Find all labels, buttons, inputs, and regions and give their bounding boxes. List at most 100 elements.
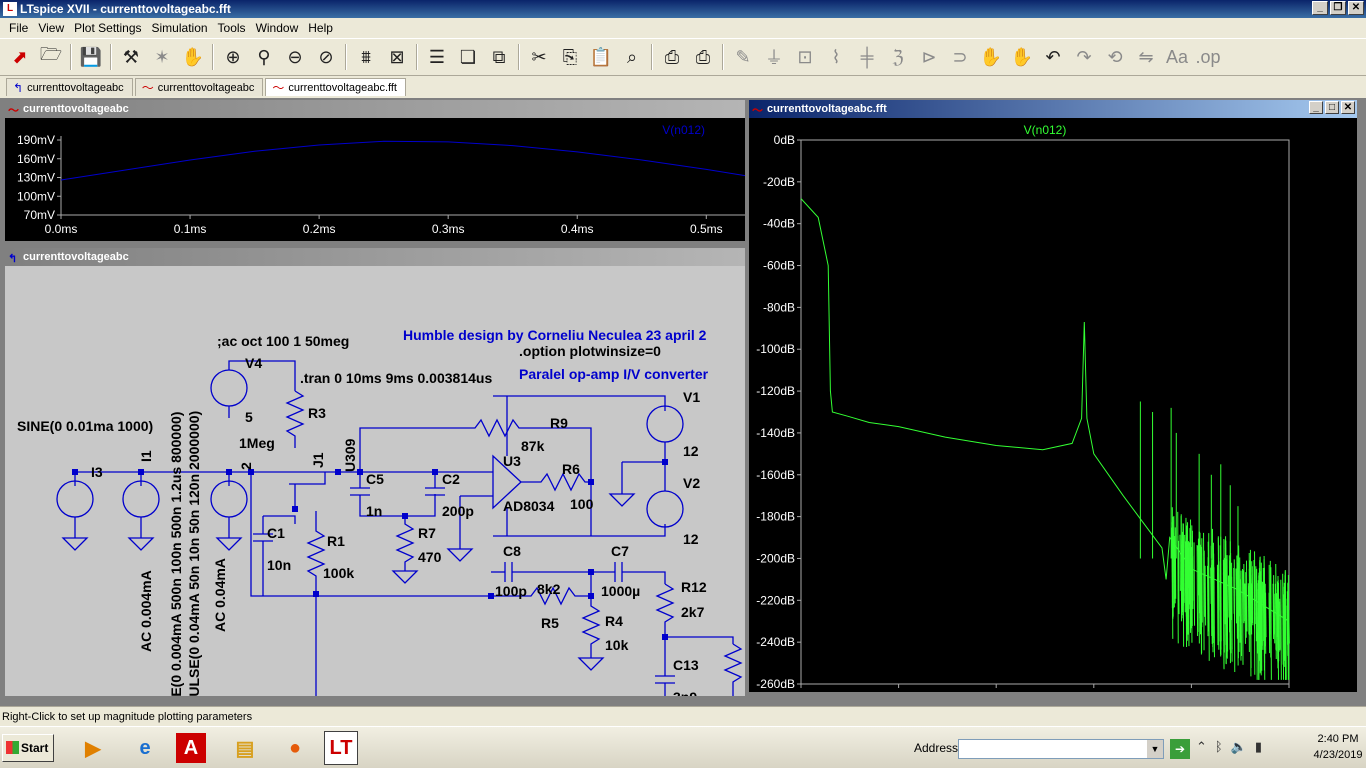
directive-tran[interactable]: .tran 0 10ms 9ms 0.003814us xyxy=(300,370,492,386)
label-C7-value[interactable]: 1000µ xyxy=(601,583,640,599)
ltspice-taskbar-icon[interactable]: LT xyxy=(324,731,358,765)
label-R5-value[interactable]: 8k2 xyxy=(537,581,561,597)
cut-icon[interactable]: ✂ xyxy=(525,43,553,71)
address-input[interactable]: ▼ xyxy=(958,739,1164,759)
tab-fft[interactable]: 〜 currenttovoltageabc.fft xyxy=(265,78,406,96)
menu-simulation[interactable]: Simulation xyxy=(147,21,213,35)
undo-icon[interactable]: ↶ xyxy=(1039,43,1067,71)
menu-help[interactable]: Help xyxy=(303,21,338,35)
time-plot-canvas[interactable]: V(n012) 190mV 160mV 130mV 100mV 70mV 0.0ms 0.… xyxy=(5,118,745,241)
time-plot-titlebar[interactable]: 〜 currenttovoltageabc xyxy=(5,100,745,118)
directive-ac[interactable]: ;ac oct 100 1 50meg xyxy=(217,333,349,349)
volume-icon[interactable]: 🔈 xyxy=(1231,739,1247,755)
chevron-down-icon[interactable]: ▼ xyxy=(1147,740,1163,758)
label-C2-value[interactable]: 200p xyxy=(442,503,474,519)
label-V4[interactable]: V4 xyxy=(245,355,262,371)
tile-vertical-icon[interactable]: ⧉ xyxy=(485,43,513,71)
menu-tools[interactable]: Tools xyxy=(213,21,251,35)
start-button[interactable]: Start xyxy=(2,734,54,762)
network-icon[interactable]: ▮ xyxy=(1255,739,1262,755)
pick-visible-traces-icon[interactable]: ⊠ xyxy=(383,43,411,71)
zoom-cancel-icon[interactable]: ⊘ xyxy=(312,43,340,71)
menu-view[interactable]: View xyxy=(33,21,69,35)
label-R3[interactable]: R3 xyxy=(308,405,326,421)
save-icon[interactable]: 💾 xyxy=(77,43,105,71)
label-R1-value[interactable]: 100k xyxy=(323,565,354,581)
zoom-in-icon[interactable]: ⊕ xyxy=(219,43,247,71)
clock[interactable]: 2:40 PM 4/23/2019 xyxy=(1310,731,1366,763)
find-icon[interactable]: ⌕ xyxy=(618,43,646,71)
move-icon[interactable]: ✋ xyxy=(977,43,1005,71)
tab-waveform[interactable]: 〜 currenttovoltageabc xyxy=(134,78,264,96)
label-C2[interactable]: C2 xyxy=(442,471,460,487)
pulse2-text[interactable]: PULSE(0 0.04mA 50n 10n 50n 120n 2000000) xyxy=(186,411,202,696)
chevron-up-icon[interactable]: ⌃ xyxy=(1196,739,1207,755)
label-U309[interactable]: U309 xyxy=(342,438,358,472)
label-C7[interactable]: C7 xyxy=(611,543,629,559)
label-C1-value[interactable]: 10n xyxy=(267,557,291,573)
label-V1-value[interactable]: 12 xyxy=(683,443,699,459)
run-icon[interactable]: ✶ xyxy=(148,43,176,71)
minimize-button[interactable]: _ xyxy=(1312,1,1328,15)
ground-icon[interactable]: ⏚ xyxy=(760,43,788,71)
label-J1[interactable]: J1 xyxy=(310,452,326,468)
ac2-text[interactable]: AC 0.04mA xyxy=(212,558,228,632)
label-R6-value[interactable]: 100 xyxy=(570,496,594,512)
acrobat-icon[interactable]: A xyxy=(176,733,206,763)
text-icon[interactable]: Aa xyxy=(1163,43,1191,71)
label-C8[interactable]: C8 xyxy=(503,543,521,559)
label-R3-value[interactable]: 1Meg xyxy=(239,435,275,451)
print-icon[interactable]: ⎙ xyxy=(658,43,686,71)
label-R7[interactable]: R7 xyxy=(418,525,436,541)
autorange-icon[interactable]: ⩩ xyxy=(352,43,380,71)
schematic-canvas[interactable]: ;ac oct 100 1 50meg .tran 0 10ms 9ms 0.0… xyxy=(5,266,745,696)
sine-source-text[interactable]: SINE(0 0.01ma 1000) xyxy=(17,418,153,434)
label-R1[interactable]: R1 xyxy=(327,533,345,549)
draw-wire-icon[interactable]: ✎ xyxy=(729,43,757,71)
fft-plot-canvas[interactable]: V(n012) 0dB -20dB -40dB -60dB -80dB -100dB -12… xyxy=(749,118,1357,692)
directive-option[interactable]: .option plotwinsize=0 xyxy=(519,343,661,359)
label-C1[interactable]: C1 xyxy=(267,525,285,541)
fft-maximize-button[interactable]: □ xyxy=(1325,101,1339,114)
menu-file[interactable]: File xyxy=(4,21,33,35)
paste-icon[interactable]: 📋 xyxy=(587,43,615,71)
title-comment[interactable]: Paralel op-amp I/V converter xyxy=(519,366,709,382)
print-setup-icon[interactable]: ⎙ xyxy=(689,43,717,71)
drag-icon[interactable]: ✋ xyxy=(1008,43,1036,71)
label-R4-value[interactable]: 10k xyxy=(605,637,629,653)
label-V1[interactable]: V1 xyxy=(683,389,700,405)
label-R9-value[interactable]: 87k xyxy=(521,438,545,454)
schematic-titlebar[interactable]: ↰ currenttovoltageabc xyxy=(5,248,745,266)
halt-icon[interactable]: ✋ xyxy=(179,43,207,71)
label-R6[interactable]: R6 xyxy=(562,461,580,477)
fft-minimize-button[interactable]: _ xyxy=(1309,101,1323,114)
label-C5[interactable]: C5 xyxy=(366,471,384,487)
mirror-icon[interactable]: ⇋ xyxy=(1132,43,1160,71)
label-net-icon[interactable]: ⊡ xyxy=(791,43,819,71)
pulse1-text[interactable]: SE(0 0.004mA 500n 100n 500n 1.2us 800000… xyxy=(168,412,184,696)
file-explorer-icon[interactable]: ▤ xyxy=(228,731,262,765)
bluetooth-icon[interactable]: ᛒ xyxy=(1215,739,1223,755)
menu-window[interactable]: Window xyxy=(251,21,304,35)
copy-icon[interactable]: ⎘ xyxy=(556,43,584,71)
label-C8-value[interactable]: 100p xyxy=(495,583,527,599)
label-I3[interactable]: I3 xyxy=(91,464,103,480)
ac1-text[interactable]: AC 0.004mA xyxy=(138,570,154,652)
fft-plot-titlebar[interactable]: 〜 currenttovoltageabc.fft _ □ ✕ xyxy=(749,100,1357,118)
tab-schematic[interactable]: ↰ currenttovoltageabc xyxy=(6,78,133,96)
rotate-icon[interactable]: ⟲ xyxy=(1101,43,1129,71)
label-I2[interactable]: 2 xyxy=(238,462,254,470)
spice-directive-icon[interactable]: .op xyxy=(1194,43,1222,71)
control-panel-icon[interactable]: ⚒ xyxy=(117,43,145,71)
label-V2[interactable]: V2 xyxy=(683,475,700,491)
cascade-icon[interactable]: ❏ xyxy=(454,43,482,71)
zoom-out-icon[interactable]: ⊖ xyxy=(281,43,309,71)
redo-icon[interactable]: ↷ xyxy=(1070,43,1098,71)
label-R7-value[interactable]: 470 xyxy=(418,549,442,565)
menu-plot-settings[interactable]: Plot Settings xyxy=(69,21,146,35)
label-V2-value[interactable]: 12 xyxy=(683,531,699,547)
author-comment[interactable]: Humble design by Corneliu Neculea 23 apr… xyxy=(403,327,707,343)
label-R12[interactable]: R12 xyxy=(681,579,707,595)
fft-trace-label[interactable]: V(n012) xyxy=(1024,123,1067,137)
open-folder-icon[interactable]: 🗁 xyxy=(37,43,65,71)
